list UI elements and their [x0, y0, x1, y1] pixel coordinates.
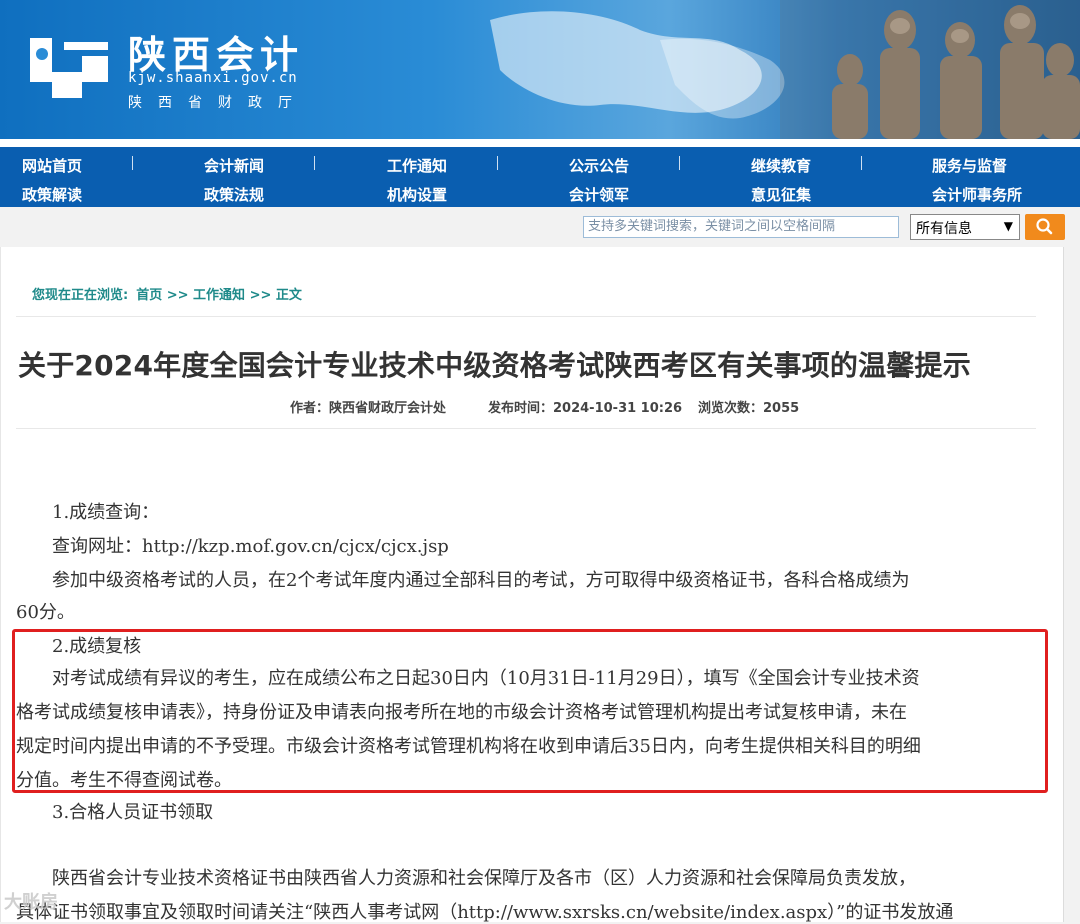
terracotta-warriors-image: [780, 0, 1080, 139]
article-paragraph-line: 查询网址：http://kzp.mof.gov.cn/cjcx/cjcx.jsp: [16, 536, 449, 557]
breadcrumb-path[interactable]: 首页 >> 工作通知 >> 正文: [136, 288, 302, 303]
nav-separator: [679, 156, 680, 170]
highlight-box: [12, 629, 1048, 793]
nav-item[interactable]: 网站首页: [22, 155, 82, 176]
search-scope-value: 所有信息: [916, 221, 972, 237]
nav-item[interactable]: 机构设置: [387, 184, 447, 205]
site-logo-icon: [30, 38, 108, 98]
article-view-count: 浏览次数：2055: [698, 401, 800, 416]
site-domain: kjw.shaanxi.gov.cn: [128, 70, 298, 86]
article-paragraph-line: 参加中级资格考试的人员，在2个考试年度内通过全部科目的考试，方可取得中级资格证书…: [16, 570, 910, 591]
main-navigation: [0, 139, 1080, 207]
article-title: 关于2024年度全国会计专业技术中级资格考试陕西考区有关事项的温馨提示: [18, 349, 971, 382]
nav-item[interactable]: 公示公告: [569, 155, 629, 176]
article-paragraph-line: 具体证书领取事宜及领取时间请关注“陕西人事考试网（http://www.sxrs…: [16, 902, 954, 923]
watermark: 大账房: [4, 892, 58, 913]
breadcrumb-label: 您现在正在浏览:: [32, 288, 129, 303]
site-banner: 陕西会计 kjw.shaanxi.gov.cn 陕西省财政厅: [0, 0, 1080, 139]
article-publish-time: 发布时间：2024-10-31 10:26: [488, 401, 683, 416]
chevron-down-icon: ▼: [1003, 219, 1013, 233]
nav-item[interactable]: 服务与监督: [932, 155, 1007, 176]
nav-item[interactable]: 会计师事务所: [932, 184, 1022, 205]
search-scope-select[interactable]: 所有信息 ▼: [910, 214, 1020, 240]
nav-item[interactable]: 继续教育: [751, 155, 811, 176]
nav-separator: [861, 156, 862, 170]
nav-item[interactable]: 会计新闻: [204, 155, 264, 176]
nav-item[interactable]: 政策解读: [22, 184, 82, 205]
article-paragraph-line: 3.合格人员证书领取: [16, 802, 214, 823]
article-paragraph-line: 60分。: [16, 602, 75, 623]
divider: [16, 316, 1036, 317]
nav-item[interactable]: 政策法规: [204, 184, 264, 205]
article-paragraph-line: 1.成绩查询：: [16, 502, 160, 523]
nav-separator: [497, 156, 498, 170]
breadcrumb: 您现在正在浏览: 首页 >> 工作通知 >> 正文: [32, 284, 302, 303]
nav-separator: [314, 156, 315, 170]
search-icon: [1036, 218, 1053, 235]
search-button[interactable]: [1025, 214, 1065, 240]
nav-item[interactable]: 会计领军: [569, 184, 629, 205]
site-org-name: 陕西省财政厅: [128, 95, 308, 111]
article-author: 作者：陕西省财政厅会计处: [290, 401, 447, 416]
nav-item[interactable]: 工作通知: [387, 155, 447, 176]
nav-separator: [132, 156, 133, 170]
search-input[interactable]: 支持多关键词搜索，关键词之间以空格间隔: [583, 216, 899, 238]
nav-item[interactable]: 意见征集: [751, 184, 811, 205]
divider: [16, 428, 1036, 429]
article-paragraph-line: 陕西省会计专业技术资格证书由陕西省人力资源和社会保障厅及各市（区）人力资源和社会…: [16, 868, 916, 889]
